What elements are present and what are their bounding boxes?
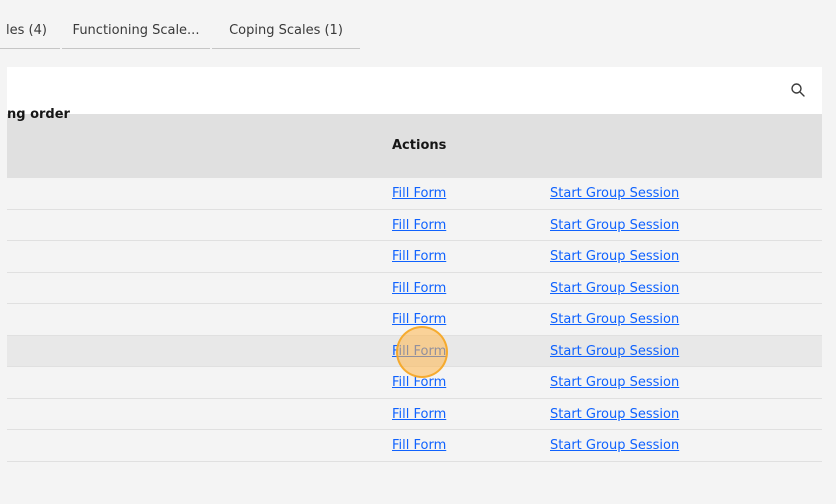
start-group-session-link[interactable]: Start Group Session [550, 407, 679, 422]
table-toolbar [7, 67, 822, 114]
fill-form-link[interactable]: Fill Form [392, 407, 446, 422]
start-group-session-link[interactable]: Start Group Session [550, 375, 679, 390]
fill-form-link[interactable]: Fill Form [392, 344, 446, 359]
table-row: Fill Form Start Group Session [7, 304, 822, 336]
column-header-clipped[interactable]: ng order [7, 107, 70, 122]
table-body: Fill Form Start Group Session Fill Form … [7, 178, 822, 462]
table-row: Fill Form Start Group Session [7, 209, 822, 241]
table-row: Fill Form Start Group Session [7, 398, 822, 430]
start-group-session-link[interactable]: Start Group Session [550, 186, 679, 201]
search-icon[interactable] [790, 82, 806, 98]
table-card: ng order Actions Fill Form Start Group S… [7, 67, 822, 462]
table-row-hovered: Fill Form Start Group Session [7, 335, 822, 367]
start-group-session-link[interactable]: Start Group Session [550, 218, 679, 233]
tab-coping-scales[interactable]: Coping Scales (1) [212, 13, 360, 49]
fill-form-link[interactable]: Fill Form [392, 249, 446, 264]
fill-form-link[interactable]: Fill Form [392, 312, 446, 327]
table-row: Fill Form Start Group Session [7, 430, 822, 462]
column-header-actions: Actions [392, 138, 447, 153]
table-row: Fill Form Start Group Session [7, 272, 822, 304]
start-group-session-link[interactable]: Start Group Session [550, 281, 679, 296]
start-group-session-link[interactable]: Start Group Session [550, 438, 679, 453]
fill-form-link[interactable]: Fill Form [392, 281, 446, 296]
tab-scales[interactable]: les (4) [0, 13, 60, 49]
fill-form-link[interactable]: Fill Form [392, 186, 446, 201]
start-group-session-link[interactable]: Start Group Session [550, 312, 679, 327]
fill-form-link[interactable]: Fill Form [392, 218, 446, 233]
tab-bar: les (4) Functioning Scale... Coping Scal… [0, 13, 360, 49]
table-row: Fill Form Start Group Session [7, 178, 822, 210]
table-header: ng order Actions [7, 107, 822, 178]
tab-functioning-scale[interactable]: Functioning Scale... [62, 13, 210, 49]
start-group-session-link[interactable]: Start Group Session [550, 249, 679, 264]
table-row: Fill Form Start Group Session [7, 367, 822, 399]
start-group-session-link[interactable]: Start Group Session [550, 344, 679, 359]
table-row: Fill Form Start Group Session [7, 241, 822, 273]
fill-form-link[interactable]: Fill Form [392, 438, 446, 453]
fill-form-link[interactable]: Fill Form [392, 375, 446, 390]
